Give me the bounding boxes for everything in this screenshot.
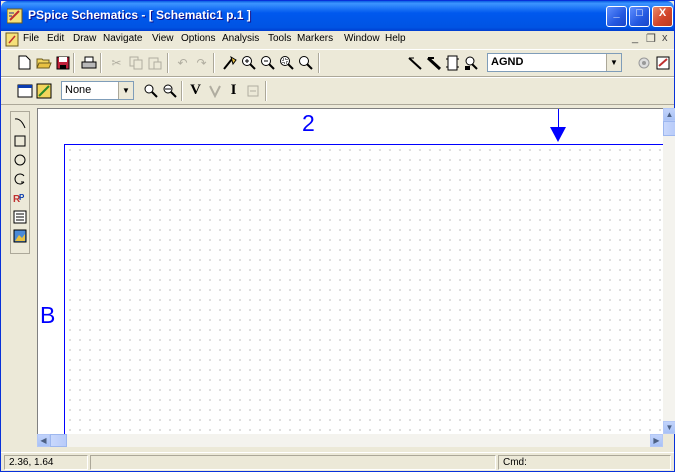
position-marker-arrow-icon [550, 127, 566, 142]
arc-icon[interactable] [12, 170, 28, 187]
mdi-minimize-button[interactable]: _ [632, 32, 638, 44]
svg-text:P: P [19, 193, 25, 202]
block-icon[interactable] [443, 53, 462, 72]
redo-icon[interactable]: ↷ [192, 53, 211, 72]
draw-wire-icon[interactable] [220, 53, 239, 72]
symbol-editor-icon[interactable] [34, 81, 53, 100]
open-icon[interactable] [34, 53, 53, 72]
schematic-canvas[interactable]: 2 B [37, 108, 663, 434]
chevron-down-icon[interactable]: ▼ [606, 54, 621, 71]
minimize-button[interactable]: _ [606, 6, 627, 27]
maximize-icon: □ [636, 7, 643, 19]
window-title: PSpice Schematics - [ Schematic1 p.1 ] [28, 8, 251, 22]
border-zone-letter: B [40, 302, 56, 328]
new-icon[interactable] [15, 53, 34, 72]
menu-bar: File Edit Draw Navigate View Options Ana… [1, 31, 674, 49]
close-button[interactable]: X [652, 6, 673, 27]
maximize-button[interactable]: □ [629, 6, 650, 27]
horizontal-scroll-thumb[interactable] [50, 434, 67, 447]
print-icon[interactable] [79, 53, 98, 72]
zoom-area-icon[interactable] [277, 53, 296, 72]
mark-voltage-level-icon[interactable] [141, 81, 160, 100]
close-icon: X [658, 7, 667, 19]
page-border-top [64, 144, 663, 145]
document-icon[interactable] [5, 32, 19, 47]
circle-icon[interactable] [12, 151, 28, 168]
menu-options[interactable]: Options [181, 33, 215, 44]
command-pane: Cmd: [498, 455, 671, 470]
wire-icon[interactable] [405, 53, 424, 72]
rectangle-icon[interactable] [12, 132, 28, 149]
cmd-label: Cmd: [503, 457, 527, 468]
menu-file[interactable]: File [23, 33, 39, 44]
standard-toolbar: ✂ ↶ ↷ AGND ▼ [1, 49, 674, 77]
scroll-left-icon[interactable]: ◀ [37, 434, 50, 447]
menu-tools[interactable]: Tools [268, 33, 291, 44]
schematic-icon[interactable] [15, 81, 34, 100]
mdi-restore-button[interactable]: ❐ [646, 32, 656, 45]
setup-icon[interactable] [634, 53, 653, 72]
cut-icon[interactable]: ✂ [107, 53, 126, 72]
scroll-right-icon[interactable]: ▶ [650, 434, 663, 447]
voltage-diff-marker-icon[interactable] [205, 81, 224, 100]
menu-markers[interactable]: Markers [297, 33, 333, 44]
text-icon[interactable]: RP [12, 189, 28, 206]
undo-icon[interactable]: ↶ [173, 53, 192, 72]
menu-window[interactable]: Window [344, 33, 380, 44]
voltage-marker-button[interactable]: V [186, 81, 205, 100]
power-marker-icon[interactable] [243, 81, 262, 100]
grid-dots [65, 145, 663, 434]
text-box-icon[interactable] [12, 208, 28, 225]
cursor-coordinates: 2.36, 1.64 [4, 455, 88, 470]
menu-navigate[interactable]: Navigate [103, 33, 142, 44]
horizontal-scrollbar[interactable]: ◀ ▶ [37, 434, 663, 447]
status-bar: 2.36, 1.64 Cmd: [1, 452, 674, 471]
simulate-icon[interactable] [653, 53, 672, 72]
menu-view[interactable]: View [152, 33, 174, 44]
menu-edit[interactable]: Edit [47, 33, 64, 44]
save-icon[interactable] [53, 53, 72, 72]
bus-icon[interactable] [424, 53, 443, 72]
current-marker-button[interactable]: I [224, 81, 243, 100]
copy-icon[interactable] [126, 53, 145, 72]
vertical-scroll-thumb[interactable] [663, 121, 675, 136]
menu-help[interactable]: Help [385, 33, 406, 44]
marker-combobox-value: None [65, 84, 92, 96]
zoom-in-icon[interactable] [239, 53, 258, 72]
title-bar[interactable]: PSpice Schematics - [ Schematic1 p.1 ] _… [1, 1, 674, 31]
zoom-out-icon[interactable] [258, 53, 277, 72]
part-combobox[interactable]: AGND ▼ [487, 53, 622, 72]
menu-draw[interactable]: Draw [73, 33, 96, 44]
border-zone-number: 2 [302, 110, 315, 136]
status-message [90, 455, 496, 470]
get-part-icon[interactable] [462, 53, 481, 72]
scroll-down-icon[interactable]: ▼ [663, 421, 675, 434]
mdi-close-button[interactable]: x [662, 32, 668, 44]
paste-icon[interactable] [145, 53, 164, 72]
chevron-down-icon[interactable]: ▼ [118, 82, 133, 99]
drawing-palette: RP [10, 111, 30, 254]
menu-analysis[interactable]: Analysis [222, 33, 259, 44]
part-combobox-value: AGND [491, 56, 524, 68]
minimize-icon: _ [613, 7, 620, 19]
scroll-up-icon[interactable]: ▲ [663, 108, 675, 121]
page-border-left [64, 144, 65, 434]
marker-combobox[interactable]: None ▼ [61, 81, 134, 100]
pspice-app-icon[interactable] [7, 8, 23, 24]
app-window: PSpice Schematics - [ Schematic1 p.1 ] _… [0, 0, 675, 472]
line-icon[interactable] [12, 113, 28, 130]
mark-current-icon[interactable] [160, 81, 179, 100]
vertical-scrollbar[interactable]: ▲ ▼ [663, 108, 675, 434]
picture-icon[interactable] [12, 227, 28, 244]
zoom-fit-icon[interactable] [296, 53, 315, 72]
markers-toolbar: None ▼ V I [1, 77, 674, 105]
